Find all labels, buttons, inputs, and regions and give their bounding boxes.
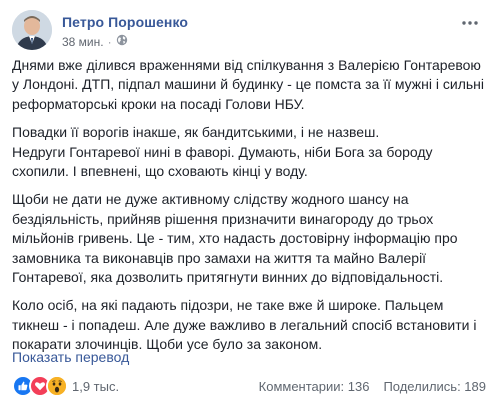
text-line: схопили. І впевнені, що сховають кінці у… xyxy=(12,163,308,180)
text-line: тикнеш - і попадеш. Але дуже важливо в л… xyxy=(12,316,477,333)
text-line: у Лондоні. ДТП, підпал машини й будинку … xyxy=(12,76,485,93)
engagement-counts: Комментарии: 136 Поделились: 189 xyxy=(259,379,486,394)
post-header: Петро Порошенко 38 мин. · xyxy=(12,10,482,56)
facebook-post: Петро Порошенко 38 мин. · Днями вже діли… xyxy=(0,0,498,407)
text-line: реформаторські кроки на посаді Голови НБ… xyxy=(12,95,305,112)
reactions-summary[interactable]: 1,9 тыс. xyxy=(12,375,119,397)
post-timestamp[interactable]: 38 мин. xyxy=(62,35,104,49)
meta-separator: · xyxy=(107,34,112,49)
avatar[interactable] xyxy=(12,10,52,50)
post-paragraph: Щоби не дати не дуже активному слідству … xyxy=(12,190,486,287)
shares-count[interactable]: Поделились: 189 xyxy=(383,379,486,394)
text-line: бездіяльність, прийняв рішення призначит… xyxy=(12,210,434,227)
text-line: Повадки її ворогів інакше, як бандитськи… xyxy=(12,124,380,141)
post-footer: 1,9 тыс. Комментарии: 136 Поделились: 18… xyxy=(12,374,486,398)
more-options-icon[interactable] xyxy=(460,16,480,30)
post-text: Днями вже ділився враженнями від спілкув… xyxy=(12,56,486,364)
show-translation-link[interactable]: Показать перевод xyxy=(12,349,129,365)
post-paragraph: Коло осіб, на які падають підозри, не та… xyxy=(12,296,486,354)
text-line: Коло осіб, на які падають підозри, не та… xyxy=(12,297,444,314)
text-line: замовника та виконавців про замахи на жи… xyxy=(12,249,427,266)
avatar-image xyxy=(12,10,52,50)
wow-icon xyxy=(46,375,68,397)
text-line: мільйонів гривень. Це - тим, хто надасть… xyxy=(12,230,458,247)
post-paragraph: Повадки її ворогів інакше, як бандитськи… xyxy=(12,123,486,181)
author-name[interactable]: Петро Порошенко xyxy=(62,14,188,30)
post-meta: 38 мин. · xyxy=(62,34,128,49)
reaction-count[interactable]: 1,9 тыс. xyxy=(72,379,119,394)
globe-icon xyxy=(116,34,128,49)
post-paragraph: Днями вже ділився враженнями від спілкув… xyxy=(12,56,486,114)
comments-count[interactable]: Комментарии: 136 xyxy=(259,379,370,394)
text-line: Недруги Гонтаревої нині в фаворі. Думают… xyxy=(12,143,433,160)
text-line: Гонтаревої, яка дозволить притягнути вин… xyxy=(12,269,444,286)
text-line: Щоби не дати не дуже активному слідству … xyxy=(12,191,409,208)
text-line: Днями вже ділився враженнями від спілкув… xyxy=(12,57,481,73)
